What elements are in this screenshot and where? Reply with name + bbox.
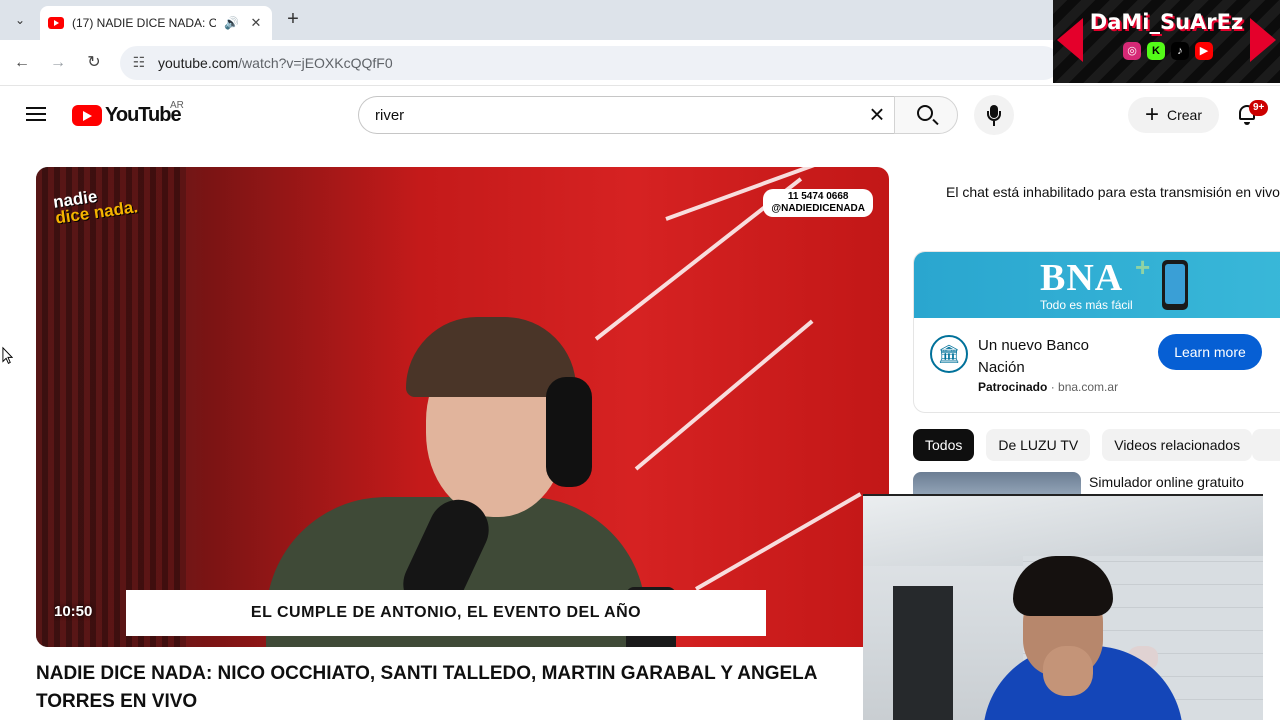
ad-brand-plus: + xyxy=(1135,252,1151,282)
guide-menu-icon[interactable] xyxy=(24,103,48,127)
chip-videos-relacionados[interactable]: Videos relacionados xyxy=(1102,429,1253,461)
instagram-icon: ◎ xyxy=(1123,42,1141,60)
headphones xyxy=(546,377,592,487)
youtube-icon: ▶ xyxy=(1195,42,1213,60)
bank-icon: 🏛 xyxy=(930,335,968,373)
video-player[interactable]: nadie dice nada. 11 5474 0668 @NADIEDICE… xyxy=(36,167,889,647)
tab-title: (17) NADIE DICE NADA: OC xyxy=(72,16,216,30)
search-icon xyxy=(917,105,933,121)
learn-more-button[interactable]: Learn more xyxy=(1158,334,1262,370)
search-input-value: river xyxy=(375,106,405,124)
streamer-name: DaMi_SuArEz xyxy=(1089,10,1244,34)
forward-button[interactable]: → xyxy=(45,50,71,76)
room-cabinet xyxy=(893,586,953,720)
back-button[interactable]: ← xyxy=(9,50,35,76)
youtube-favicon-icon xyxy=(48,17,64,29)
streamer-hand xyxy=(1043,646,1093,696)
lower-third-caption: EL CUMPLE DE ANTONIO, EL EVENTO DEL AÑO xyxy=(126,590,766,636)
close-tab-icon[interactable]: ✕ xyxy=(248,15,264,31)
ad-sponsor-line: Patrocinado · bna.com.ar xyxy=(978,380,1119,394)
filter-chips: Todos De LUZU TV Videos relacionados xyxy=(913,429,1253,461)
sponsored-ad-card[interactable]: BNA + Todo es más fácil 🏛 Un nuevo Banco… xyxy=(913,251,1280,413)
mouse-cursor-icon xyxy=(2,346,13,364)
studio-background xyxy=(36,167,186,647)
related-video-title[interactable]: Simulador online gratuito xyxy=(1089,474,1244,490)
youtube-logo[interactable]: YouTube xyxy=(72,104,182,127)
new-tab-button[interactable]: + xyxy=(282,8,304,30)
voice-search-button[interactable] xyxy=(974,95,1014,135)
url-text: youtube.com/watch?v=jEOXKcQQfF0 xyxy=(158,55,393,71)
search-button[interactable] xyxy=(894,96,958,134)
ad-tagline: Todo es más fácil xyxy=(1040,298,1133,312)
video-title: NADIE DICE NADA: NICO OCCHIATO, SANTI TA… xyxy=(36,663,817,712)
social-icons: ◎ K ♪ ▶ xyxy=(1123,42,1213,60)
notifications-badge: 9+ xyxy=(1249,100,1269,116)
kick-icon: K xyxy=(1147,42,1165,60)
ad-banner-image[interactable]: BNA + Todo es más fácil xyxy=(914,252,1280,318)
whatsapp-tag: 11 5474 0668 @NADIEDICENADA xyxy=(763,189,873,217)
plus-icon: + xyxy=(1144,101,1159,128)
reload-button[interactable]: ↻ xyxy=(81,50,107,76)
stream-clock: 10:50 xyxy=(54,603,93,620)
chip-todos[interactable]: Todos xyxy=(913,429,975,461)
phone-icon xyxy=(1162,260,1188,310)
streamer-overlay-banner: DaMi_SuArEz ◎ K ♪ ▶ xyxy=(1053,0,1280,83)
chip-de-luzu-tv[interactable]: De LUZU TV xyxy=(986,429,1091,461)
ad-brand: BNA xyxy=(1040,257,1124,299)
light-beam xyxy=(634,319,814,471)
clear-search-icon[interactable]: × xyxy=(862,101,892,127)
light-beam xyxy=(695,492,862,591)
tiktok-icon: ♪ xyxy=(1171,42,1189,60)
webcam-overlay xyxy=(863,494,1263,720)
browser-tab-active[interactable]: (17) NADIE DICE NADA: OC 🔊 ✕ xyxy=(40,6,272,40)
youtube-play-icon xyxy=(72,105,102,126)
speaker-icon[interactable]: 🔊 xyxy=(224,16,240,30)
ad-headline[interactable]: Un nuevo Banco Nación xyxy=(978,335,1138,379)
chat-disabled-message: El chat está inhabilitado para esta tran… xyxy=(946,184,1280,200)
youtube-masthead: YouTube AR river × + Crear xyxy=(0,86,1280,144)
tab-search-menu-button[interactable]: ⌄ xyxy=(8,8,32,32)
country-code: AR xyxy=(170,100,184,111)
chip-overflow[interactable] xyxy=(1252,429,1280,461)
address-bar[interactable]: ☷ youtube.com/watch?v=jEOXKcQQfF0 xyxy=(120,46,1060,80)
create-label: Crear xyxy=(1167,107,1203,123)
site-settings-icon[interactable]: ☷ xyxy=(130,54,148,72)
create-button[interactable]: + Crear xyxy=(1128,97,1219,133)
search-input[interactable]: river xyxy=(358,96,895,134)
